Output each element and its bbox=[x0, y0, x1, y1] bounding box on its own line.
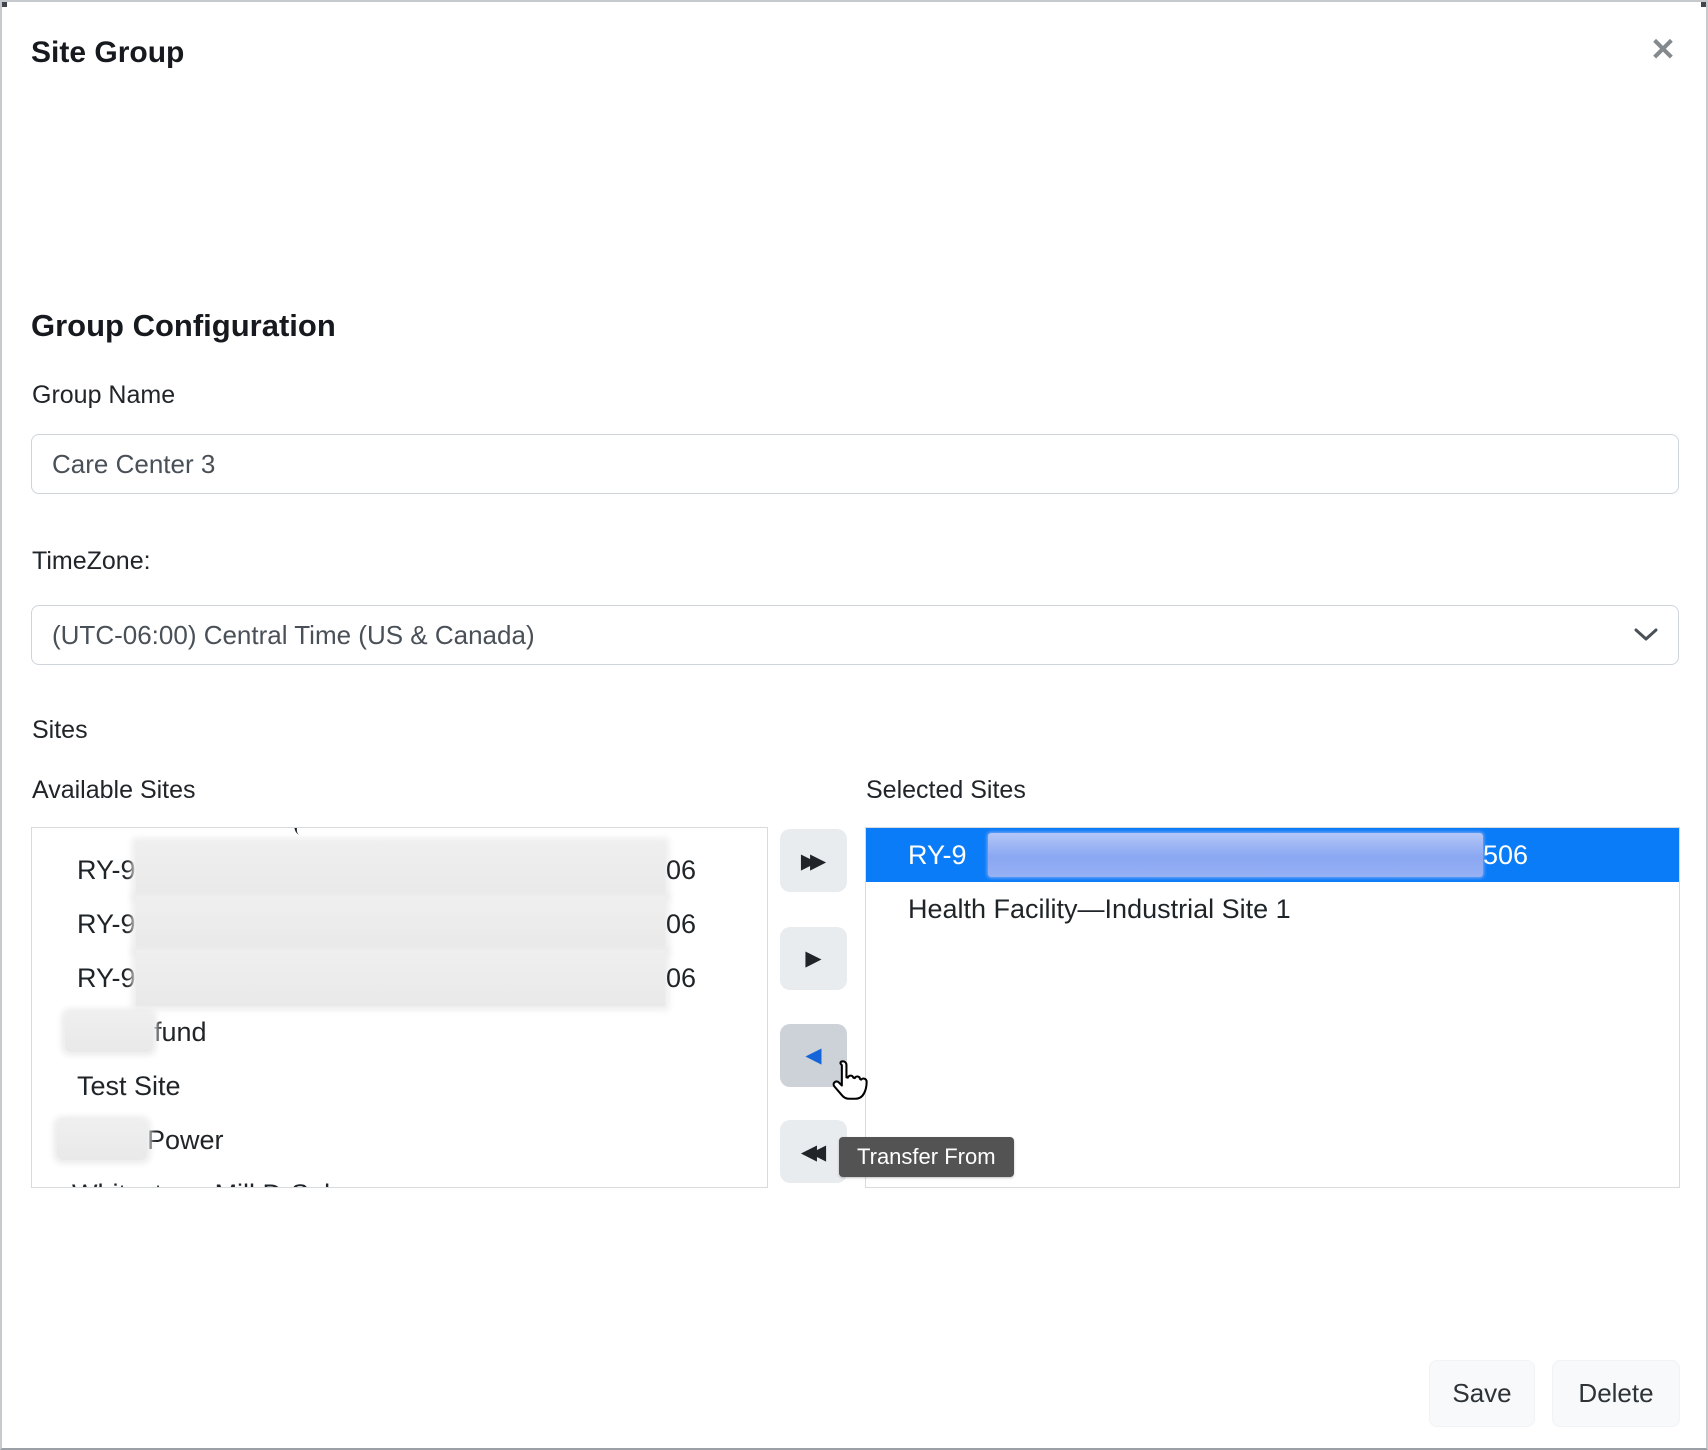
dialog-title: Site Group bbox=[31, 36, 184, 70]
timezone-label: TimeZone: bbox=[32, 547, 151, 576]
redacted-text-blur bbox=[136, 896, 665, 952]
sites-section-label: Sites bbox=[32, 716, 88, 745]
selected-sites-listbox[interactable]: RY-9506Health Facility—Industrial Site 1 bbox=[865, 827, 1680, 1188]
group-name-input[interactable] bbox=[31, 434, 1679, 494]
list-item[interactable]: RY-9506 bbox=[866, 828, 1679, 882]
clipped-item-fragment bbox=[292, 827, 309, 837]
transfer-from-selected-button[interactable]: ◀ bbox=[780, 1024, 847, 1087]
transfer-to-selected-button[interactable]: ▶ bbox=[780, 927, 847, 990]
arrow-right-icon: ▶ bbox=[805, 946, 821, 971]
transfer-all-to-selected-button[interactable]: ▶▶ bbox=[780, 829, 847, 892]
list-item[interactable]: Test Site bbox=[32, 1059, 767, 1113]
delete-button[interactable]: Delete bbox=[1552, 1360, 1680, 1427]
list-item[interactable]: RY-9106 bbox=[32, 897, 767, 951]
transfer-from-tooltip: Transfer From bbox=[839, 1137, 1014, 1177]
arrow-left-icon: ◀◀ bbox=[801, 1140, 819, 1164]
dialog-corner-artifact bbox=[2, 2, 7, 7]
list-item[interactable]: Health Facility—Industrial Site 1 bbox=[866, 882, 1679, 936]
close-icon[interactable]: ✕ bbox=[1650, 32, 1676, 68]
site-group-dialog: Site Group ✕ Group Configuration Group N… bbox=[0, 0, 1708, 1450]
list-item[interactable]: Whitestone Mill D-Sub bbox=[32, 1167, 767, 1188]
available-sites-listbox[interactable]: RY-9106RY-9106RY-9106fundTest SitePowerW… bbox=[31, 827, 768, 1188]
timezone-select[interactable]: (UTC-06:00) Central Time (US & Canada) bbox=[31, 605, 1679, 665]
dialog-corner-artifact bbox=[1701, 2, 1706, 7]
transfer-all-from-selected-button[interactable]: ◀◀ bbox=[780, 1120, 847, 1183]
redacted-text-blur bbox=[57, 1120, 147, 1160]
list-item[interactable]: RY-9106 bbox=[32, 843, 767, 897]
selected-sites-label: Selected Sites bbox=[866, 776, 1026, 805]
list-item[interactable]: Power bbox=[32, 1113, 767, 1167]
save-button[interactable]: Save bbox=[1429, 1360, 1535, 1427]
arrow-right-icon: ▶▶ bbox=[801, 849, 819, 873]
section-heading-group-configuration: Group Configuration bbox=[31, 308, 336, 344]
chevron-down-icon bbox=[1634, 628, 1658, 642]
timezone-selected-value: (UTC-06:00) Central Time (US & Canada) bbox=[52, 620, 535, 651]
list-item[interactable]: RY-9106 bbox=[32, 951, 767, 1005]
redacted-text-blur bbox=[988, 833, 1483, 877]
group-name-label: Group Name bbox=[32, 381, 175, 410]
list-item[interactable]: fund bbox=[32, 1005, 767, 1059]
available-sites-label: Available Sites bbox=[32, 776, 196, 805]
redacted-text-blur bbox=[136, 842, 665, 898]
redacted-text-blur bbox=[136, 950, 665, 1006]
redacted-text-blur bbox=[65, 1012, 153, 1052]
arrow-left-icon: ◀ bbox=[805, 1043, 821, 1068]
